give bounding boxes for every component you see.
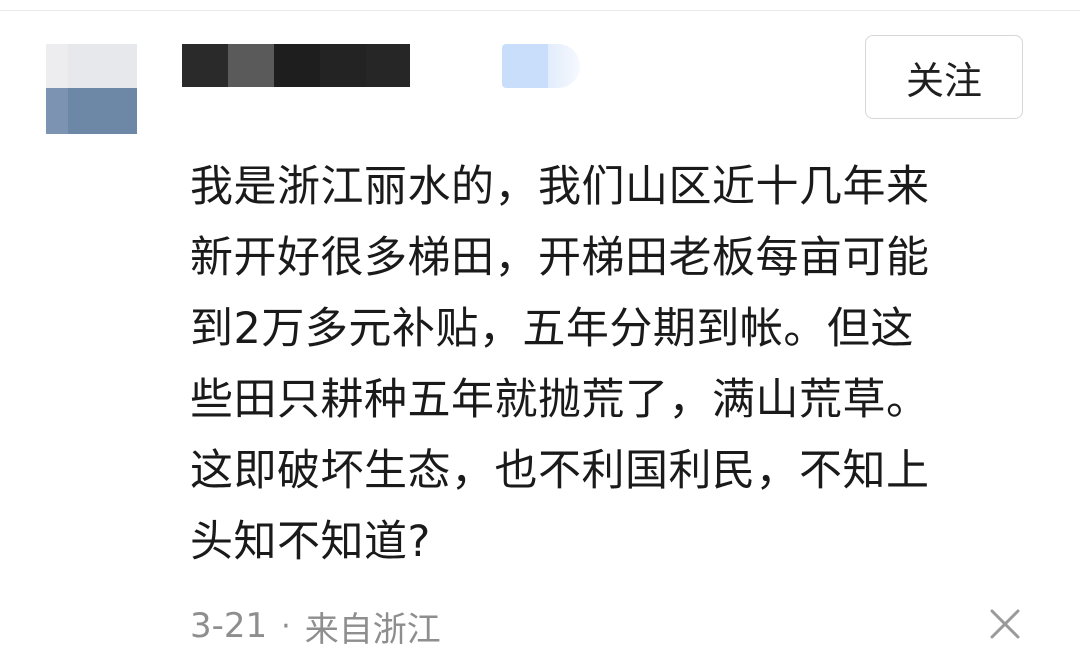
comment-line: 到2万多元补贴，五年分期到帐。但这 <box>190 304 914 354</box>
comment-text: 我是浙江丽水的，我们山区近十几年来 新开好很多梯田，开梯田老板每亩可能 到2万多… <box>190 152 1020 578</box>
comment-date: 3-21 <box>190 606 268 646</box>
avatar[interactable] <box>46 44 137 134</box>
comment-location: 来自浙江 <box>304 609 441 650</box>
close-icon[interactable] <box>988 607 1022 641</box>
user-badge-icon <box>502 44 580 88</box>
top-divider <box>0 10 1080 11</box>
comment-line: 我是浙江丽水的，我们山区近十几年来 <box>190 162 930 212</box>
comment-line: 头知不知道? <box>190 517 431 567</box>
comment-line: 这即破坏生态，也不利国利民，不知上 <box>190 446 930 496</box>
username-redacted[interactable] <box>182 44 410 87</box>
comment-line: 些田只耕种五年就抛荒了，满山荒草。 <box>190 375 930 425</box>
comment-line: 新开好很多梯田，开梯田老板每亩可能 <box>190 233 930 283</box>
follow-button[interactable]: 关注 <box>865 35 1023 119</box>
meta-separator: · <box>281 608 291 644</box>
comment-meta: 3-21 · 来自浙江 <box>190 603 441 650</box>
